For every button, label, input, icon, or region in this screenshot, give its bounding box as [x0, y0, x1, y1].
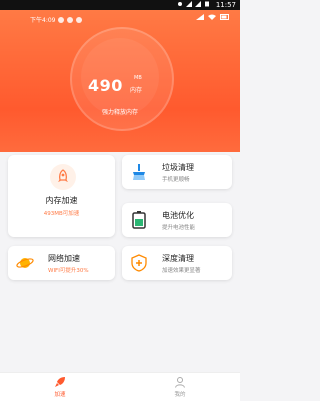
rocket-tab-icon: [55, 377, 65, 387]
memory-label: 内存: [130, 87, 143, 94]
system-status-bar: 11:57: [0, 0, 240, 10]
network-boost-title: 网络加速: [48, 254, 80, 263]
header-status-icons: [196, 14, 230, 20]
planet-icon: [16, 254, 34, 272]
deep-clean-title: 深度清理: [162, 254, 194, 263]
cellular-signal-icon: [186, 1, 192, 7]
rocket-icon: [50, 164, 76, 190]
location-icon: [177, 1, 183, 7]
tab-speed-label: 加速: [54, 392, 66, 398]
wifi-signal-icon: [195, 1, 201, 7]
network-boost-card[interactable]: 网络加速 WIFI可提升30%: [8, 246, 115, 280]
memory-value: 490: [88, 76, 123, 95]
memory-unit: MB: [134, 75, 142, 81]
junk-clean-card[interactable]: 垃圾清理 手机更顺畅: [122, 155, 232, 189]
junk-clean-subtitle: 手机更顺畅: [162, 177, 190, 183]
battery-icon: [130, 211, 148, 229]
user-tab-icon: [175, 377, 185, 388]
status-icons: [177, 1, 210, 7]
notification-icon: [67, 16, 74, 23]
notification-time: 下午4:09: [30, 17, 56, 24]
memory-boost-card[interactable]: 内存加速 493MB可加速: [8, 155, 115, 237]
signal-icon: [196, 14, 204, 20]
junk-clean-title: 垃圾清理: [162, 163, 194, 172]
shield-plus-icon: [130, 254, 148, 272]
notification-icon: [76, 16, 83, 23]
battery-optimize-card[interactable]: 电池优化 提升电池性能: [122, 203, 232, 237]
status-time: 11:57: [215, 1, 236, 9]
battery-optimize-title: 电池优化: [162, 211, 194, 220]
memory-boost-subtitle: 493MB可加速: [43, 211, 80, 217]
tab-mine-label: 我的: [174, 392, 186, 398]
tab-mine[interactable]: 我的: [160, 376, 200, 398]
notification-row: 下午4:09: [30, 15, 83, 24]
network-boost-subtitle: WIFI可提升30%: [48, 268, 89, 274]
deep-clean-subtitle: 加速效果更显著: [162, 268, 201, 274]
broom-icon: [130, 163, 148, 181]
tab-speed[interactable]: 加速: [40, 376, 80, 398]
battery-level-icon: [220, 14, 229, 20]
memory-boost-title: 内存加速: [45, 196, 78, 205]
battery-optimize-subtitle: 提升电池性能: [162, 225, 196, 231]
notification-icon: [58, 16, 65, 23]
battery-icon: [204, 1, 210, 7]
bottom-tab-bar: 加速 我的: [0, 372, 240, 401]
wifi-icon: [208, 14, 216, 20]
memory-subtitle: 强力释放内存: [101, 109, 138, 116]
deep-clean-card[interactable]: 深度清理 加速效果更显著: [122, 246, 232, 280]
